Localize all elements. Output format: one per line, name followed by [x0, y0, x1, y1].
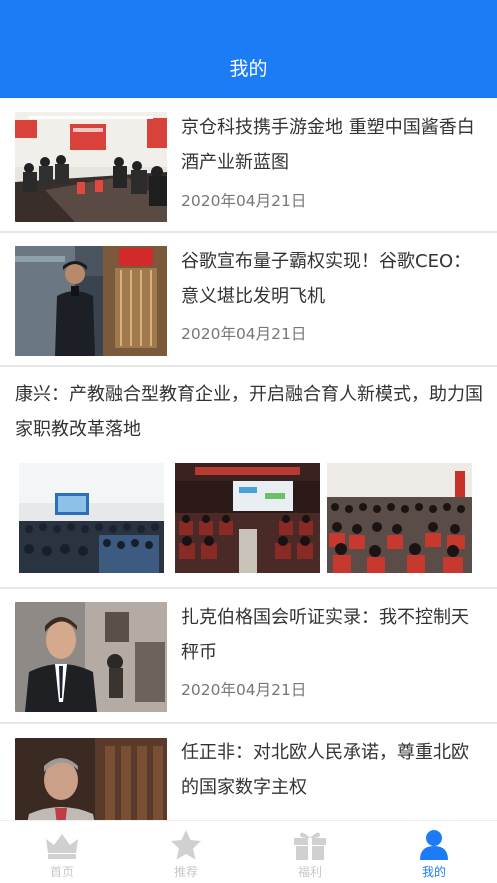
news-title[interactable]: 扎克伯格国会听证实录：我不控制天秤币	[181, 600, 481, 670]
news-date: 2020年04月21日	[181, 681, 307, 699]
page-title: 我的	[229, 58, 268, 80]
news-thumbnail	[15, 738, 167, 820]
tab-label: 福利	[297, 865, 322, 879]
tab-label: 推荐	[173, 865, 198, 879]
news-date: 2020年04月21日	[181, 325, 307, 343]
news-thumbnail	[15, 112, 167, 222]
news-item[interactable]: 任正非：对北欧人民承诺，尊重北欧的国家数字主权	[0, 724, 497, 820]
gift-icon	[294, 832, 326, 860]
tab-mine[interactable]: 我的	[372, 821, 496, 883]
news-image-1	[19, 463, 164, 573]
news-item[interactable]: 京仓科技携手游金地 重塑中国酱香白酒产业新蓝图 2020年04月21日	[0, 98, 497, 233]
bottom-tab-bar: 首页 推荐 福利 我的	[0, 820, 497, 883]
tab-label: 我的	[421, 865, 446, 879]
news-title[interactable]: 任正非：对北欧人民承诺，尊重北欧的国家数字主权	[181, 735, 481, 805]
tab-recommend[interactable]: 推荐	[124, 821, 248, 883]
tab-label: 首页	[49, 865, 74, 879]
news-title[interactable]: 谷歌宣布量子霸权实现！谷歌CEO：意义堪比发明飞机	[181, 244, 481, 314]
news-image-3	[327, 463, 472, 573]
crown-icon	[46, 834, 78, 859]
app-header: 我的	[0, 0, 497, 98]
news-title[interactable]: 京仓科技携手游金地 重塑中国酱香白酒产业新蓝图	[181, 110, 481, 180]
user-icon	[420, 830, 448, 860]
tab-welfare[interactable]: 福利	[248, 821, 372, 883]
news-image-2	[175, 463, 320, 573]
news-title[interactable]: 康兴：产教融合型教育企业，开启融合育人新模式，助力国家职教改革落地	[15, 377, 485, 447]
news-item[interactable]: 扎克伯格国会听证实录：我不控制天秤币 2020年04月21日	[0, 589, 497, 724]
news-item[interactable]: 谷歌宣布量子霸权实现！谷歌CEO：意义堪比发明飞机 2020年04月21日	[0, 233, 497, 367]
news-thumbnail	[15, 602, 167, 712]
news-date: 2020年04月21日	[181, 192, 307, 210]
news-feed[interactable]: 京仓科技携手游金地 重塑中国酱香白酒产业新蓝图 2020年04月21日 谷歌宣布…	[0, 98, 497, 820]
tab-home[interactable]: 首页	[0, 821, 124, 883]
star-icon	[171, 830, 201, 860]
news-thumbnail	[15, 246, 167, 356]
